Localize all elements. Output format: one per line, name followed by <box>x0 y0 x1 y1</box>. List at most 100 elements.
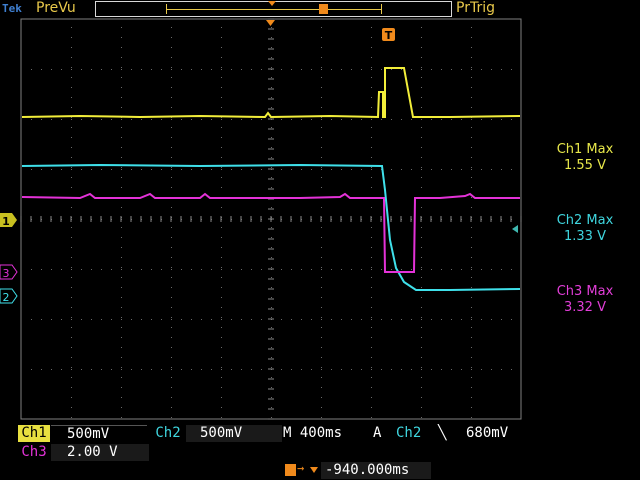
grid-dot <box>261 119 262 120</box>
grid-dot <box>471 27 472 28</box>
grid-dot <box>121 107 122 108</box>
trigger-source[interactable]: Ch2 <box>396 425 432 442</box>
grid-dot <box>321 387 322 388</box>
grid-dot <box>341 319 342 320</box>
trigger-level-arrow-icon[interactable] <box>512 225 518 233</box>
grid-dot <box>471 77 472 78</box>
grid-dot <box>61 269 62 270</box>
grid-dot <box>501 119 502 120</box>
grid-dot <box>221 57 222 58</box>
grid-dot <box>421 69 422 70</box>
grid-dot <box>171 77 172 78</box>
grid-dot <box>181 119 182 120</box>
grid-dot <box>411 69 412 70</box>
grid-dot <box>81 169 82 170</box>
grid-dot <box>211 119 212 120</box>
grid-dot <box>371 47 372 48</box>
grid-dot <box>281 69 282 70</box>
grid-dot <box>71 207 72 208</box>
grid-dot <box>231 69 232 70</box>
grid-dot <box>371 167 372 168</box>
trigger-mode[interactable]: A <box>373 425 387 442</box>
grid-dot <box>351 69 352 70</box>
grid-dot <box>81 69 82 70</box>
grid-dot <box>71 377 72 378</box>
grid-dot <box>381 69 382 70</box>
ch1-level-marker[interactable]: 1 <box>0 213 17 228</box>
grid-dot <box>271 347 272 348</box>
grid-dot <box>221 67 222 68</box>
grid-dot <box>321 87 322 88</box>
grid-dot <box>491 319 492 320</box>
grid-dot <box>201 69 202 70</box>
grid-dot <box>401 69 402 70</box>
grid-dot <box>71 307 72 308</box>
timebase[interactable]: M 400ms <box>283 425 365 442</box>
grid-dot <box>171 237 172 238</box>
grid-dot <box>171 157 172 158</box>
ch1-label[interactable]: Ch1 <box>18 425 50 442</box>
grid-dot <box>211 169 212 170</box>
grid-dot <box>221 317 222 318</box>
grid-dot <box>201 119 202 120</box>
grid-dot <box>71 237 72 238</box>
grid-dot <box>351 119 352 120</box>
grid-dot <box>221 307 222 308</box>
trigger-point-marker: T <box>382 28 395 42</box>
grid-dot <box>361 169 362 170</box>
grid-dot <box>121 137 122 138</box>
grid-dot <box>191 319 192 320</box>
ch1-scale[interactable]: 500mV <box>51 425 147 442</box>
measurement-value: 1.55 V <box>564 158 606 173</box>
grid-dot <box>71 397 72 398</box>
grid-dot <box>61 169 62 170</box>
grid-dot <box>321 347 322 348</box>
grid-dot <box>151 369 152 370</box>
grid-dot <box>221 227 222 228</box>
grid-dot <box>481 169 482 170</box>
grid-dot <box>221 47 222 48</box>
grid-dot <box>511 169 512 170</box>
position-value[interactable]: -940.000ms <box>321 462 431 479</box>
grid-dot <box>151 169 152 170</box>
ch2-scale[interactable]: 500mV <box>186 425 282 442</box>
grid-dot <box>321 297 322 298</box>
grid-dot <box>471 377 472 378</box>
grid-dot <box>221 347 222 348</box>
grid-dot <box>51 69 52 70</box>
grid-dot <box>371 207 372 208</box>
grid-dot <box>331 269 332 270</box>
ch3-level-marker[interactable]: 3 <box>0 264 18 280</box>
grid-dot <box>121 57 122 58</box>
grid-dot <box>471 267 472 268</box>
grid-dot <box>401 269 402 270</box>
ch3-label[interactable]: Ch3 <box>18 444 50 461</box>
grid-dot <box>371 237 372 238</box>
grid-dot <box>411 269 412 270</box>
trigger-level[interactable]: 680mV <box>466 425 526 442</box>
grid-dot <box>221 37 222 38</box>
grid-dot <box>271 177 272 178</box>
grid-dot <box>171 257 172 258</box>
grid-dot <box>471 297 472 298</box>
grid-dot <box>371 327 372 328</box>
grid-dot <box>491 369 492 370</box>
trigger-slope-icon[interactable]: ╲ <box>438 425 454 442</box>
grid-dot <box>441 119 442 120</box>
grid-dot <box>371 387 372 388</box>
grid-dot <box>361 119 362 120</box>
grid-dot <box>121 177 122 178</box>
ch2-label[interactable]: Ch2 <box>150 425 186 442</box>
ch3-scale[interactable]: 2.00 V <box>51 444 149 461</box>
grid-dot <box>371 247 372 248</box>
grid-dot <box>221 169 222 170</box>
grid-dot <box>171 357 172 358</box>
grid-dot <box>161 69 162 70</box>
grid-dot <box>391 69 392 70</box>
grid-dot <box>311 69 312 70</box>
grid-dot <box>71 87 72 88</box>
grid-dot <box>421 377 422 378</box>
grid-dot <box>111 269 112 270</box>
ch2-level-marker[interactable]: 2 <box>0 288 18 304</box>
grid-dot <box>421 177 422 178</box>
